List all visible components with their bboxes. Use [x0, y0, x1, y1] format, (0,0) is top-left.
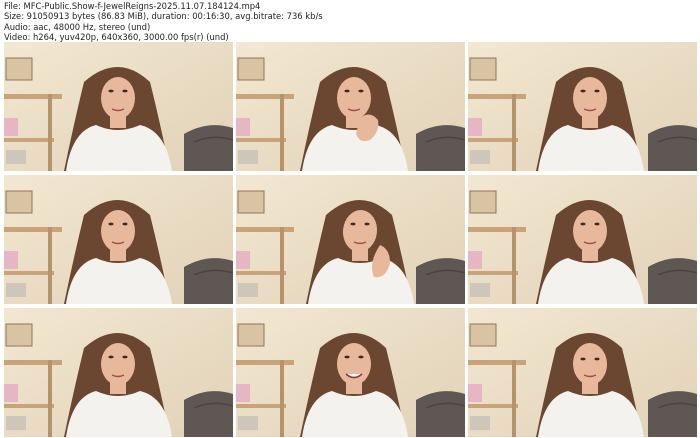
video-thumbnail: [4, 308, 233, 437]
video-thumbnail: [236, 308, 465, 437]
video-thumbnail: [468, 308, 697, 437]
video-thumbnail: [468, 42, 697, 171]
video-info-line: Video: h264, yuv420p, 640x360, 3000.00 f…: [4, 31, 229, 42]
video-thumbnail: [236, 175, 465, 304]
file-size-line: Size: 91050913 bytes (86.83 MiB), durati…: [4, 11, 323, 22]
thumbnail-grid: [4, 42, 697, 437]
video-thumbnail: [4, 42, 233, 171]
audio-info-line: Audio: aac, 48000 Hz, stereo (und): [4, 21, 151, 32]
video-thumbnail: [236, 42, 465, 171]
video-thumbnail: [4, 175, 233, 304]
file-name-line: File: MFC-Public.Show-f-JewelReigns-2025…: [4, 1, 261, 11]
video-thumbnail: [468, 175, 697, 304]
file-info-header: File: MFC-Public.Show-f-JewelReigns-2025…: [4, 1, 323, 42]
